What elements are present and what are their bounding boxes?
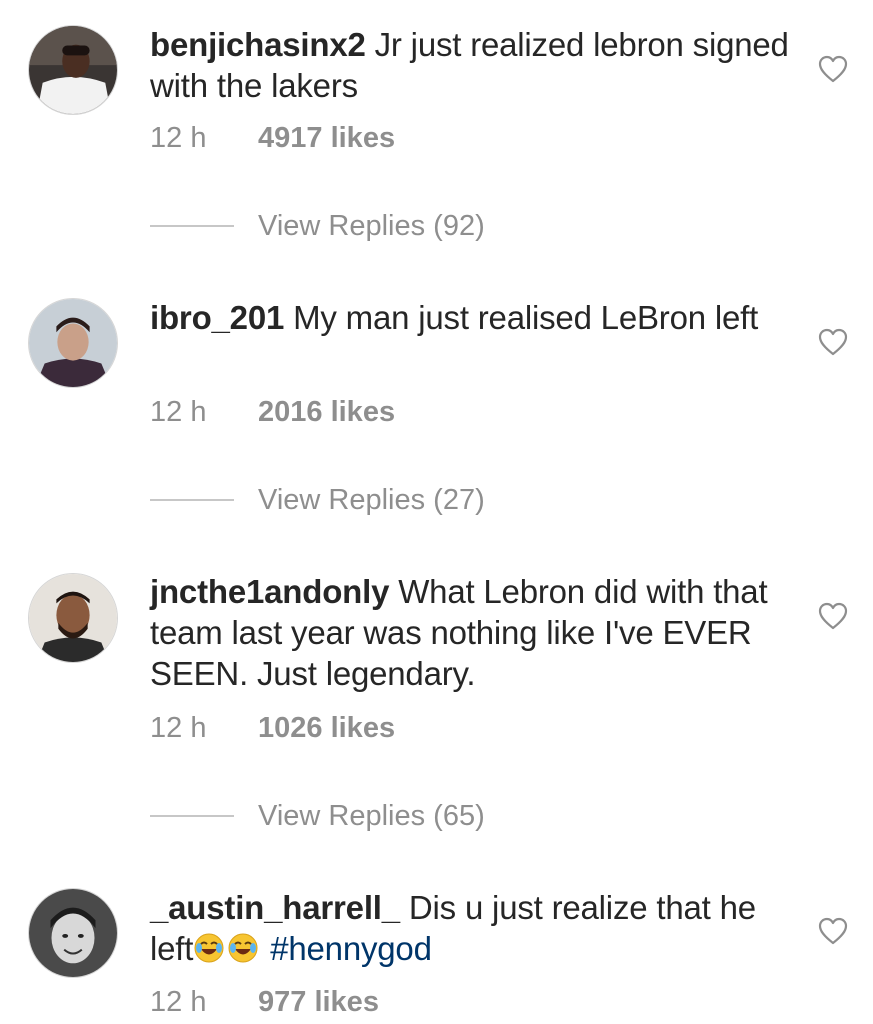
replies-divider [150, 499, 234, 501]
hashtag-link[interactable]: #hennygod [261, 930, 432, 967]
comment-likes[interactable]: 1026 likes [258, 712, 395, 744]
heart-outline-icon[interactable] [818, 602, 848, 630]
view-replies-label: View Replies (65) [258, 799, 485, 832]
comment-username[interactable]: benjichasinx2 [150, 26, 366, 63]
comment-meta: 12 h 1026 likes [150, 712, 395, 745]
comment-username[interactable]: ibro_201 [150, 299, 284, 336]
replies-divider [150, 815, 234, 817]
tears-of-joy-emoji-icon [193, 932, 225, 964]
avatar[interactable] [28, 888, 118, 978]
comment-text: ibro_201 My man just realised LeBron lef… [150, 297, 790, 338]
comment-username[interactable]: jncthe1andonly [150, 573, 389, 610]
heart-outline-icon[interactable] [818, 328, 848, 356]
avatar[interactable] [28, 25, 118, 115]
replies-divider [150, 225, 234, 227]
comment-meta: 12 h 4917 likes [150, 122, 395, 155]
comment-likes[interactable]: 4917 likes [258, 122, 395, 154]
comment-time: 12 h [150, 122, 207, 154]
avatar[interactable] [28, 298, 118, 388]
comment-time: 12 h [150, 396, 207, 428]
heart-outline-icon[interactable] [818, 917, 848, 945]
comment-likes[interactable]: 2016 likes [258, 396, 395, 428]
avatar[interactable] [28, 573, 118, 663]
comment-meta: 12 h 2016 likes [150, 396, 395, 429]
comment-text: jncthe1andonly What Lebron did with that… [150, 571, 790, 694]
comment-text: benjichasinx2 Jr just realized lebron si… [150, 24, 790, 106]
heart-outline-icon[interactable] [818, 55, 848, 83]
view-replies-button[interactable]: View Replies (92) [150, 206, 485, 246]
view-replies-button[interactable]: View Replies (65) [150, 796, 485, 836]
comment-text: _austin_harrell_ Dis u just realize that… [150, 887, 790, 969]
view-replies-button[interactable]: View Replies (27) [150, 480, 485, 520]
comment-time: 12 h [150, 712, 207, 744]
comment-meta: 12 h 977 likes [150, 986, 379, 1019]
comment-likes[interactable]: 977 likes [258, 986, 379, 1018]
comment-username[interactable]: _austin_harrell_ [150, 889, 400, 926]
view-replies-label: View Replies (27) [258, 483, 485, 516]
comment-body: My man just realised LeBron left [284, 299, 759, 336]
comment-time: 12 h [150, 986, 207, 1018]
view-replies-label: View Replies (92) [258, 209, 485, 242]
tears-of-joy-emoji-icon [227, 932, 259, 964]
